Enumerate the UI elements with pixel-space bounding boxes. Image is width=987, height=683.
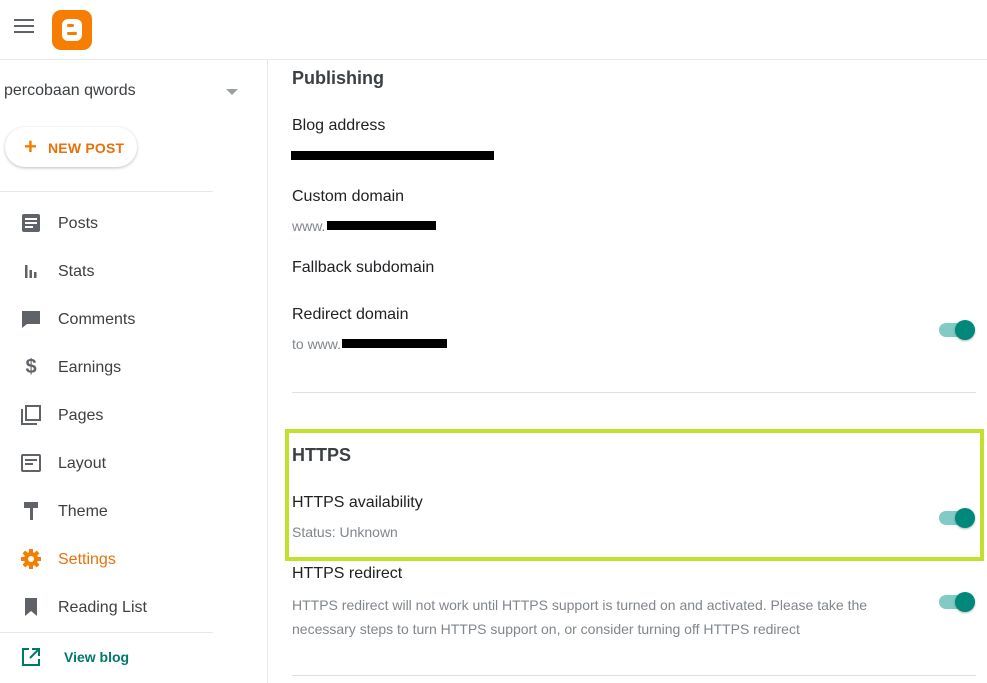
sidebar: percobaan qwords + NEW POST Posts Stats …: [0, 60, 268, 683]
layout-icon: [21, 454, 41, 472]
dollar-icon: $: [25, 356, 37, 378]
sidebar-item-stats[interactable]: Stats: [0, 250, 240, 294]
paint-roller-icon: [24, 502, 38, 520]
section-divider: [292, 392, 976, 393]
stats-icon: [25, 265, 37, 278]
new-post-button[interactable]: + NEW POST: [5, 127, 137, 167]
toggle-knob: [955, 508, 975, 528]
redirect-domain-toggle[interactable]: [938, 319, 976, 341]
top-app-bar: [0, 0, 987, 60]
view-blog-label: View blog: [64, 649, 130, 665]
https-availability-toggle[interactable]: [938, 507, 976, 529]
posts-icon: [22, 214, 40, 232]
sidebar-item-label: Reading List: [58, 599, 147, 616]
comments-icon: [22, 311, 40, 328]
pages-icon: [21, 405, 41, 425]
sidebar-item-label: Stats: [58, 263, 95, 280]
settings-main: Publishing Blog address Custom domain ww…: [269, 60, 987, 683]
gear-icon: [21, 549, 41, 569]
sidebar-item-layout[interactable]: Layout: [0, 442, 240, 486]
sidebar-item-earnings[interactable]: $ Earnings: [0, 346, 240, 390]
https-availability-status: Status: Unknown: [292, 524, 398, 540]
https-redirect-toggle[interactable]: [938, 591, 976, 613]
redacted-custom-domain: [327, 221, 436, 230]
sidebar-item-pages[interactable]: Pages: [0, 394, 240, 438]
sidebar-item-posts[interactable]: Posts: [0, 202, 240, 246]
redirect-domain-value: to www.: [292, 336, 342, 352]
blogger-logo-icon[interactable]: [52, 10, 92, 50]
custom-domain-value: www.: [292, 218, 326, 234]
sidebar-divider: [0, 632, 213, 633]
https-redirect-description: HTTPS redirect will not work until HTTPS…: [292, 597, 868, 637]
sidebar-item-label: Settings: [58, 551, 116, 568]
publishing-section-title: Publishing: [292, 68, 384, 88]
fallback-subdomain-label[interactable]: Fallback subdomain: [292, 259, 434, 277]
sidebar-item-settings[interactable]: Settings: [0, 538, 240, 582]
sidebar-item-theme[interactable]: Theme: [0, 490, 240, 534]
https-redirect-label: HTTPS redirect: [292, 565, 403, 582]
bookmark-icon: [25, 598, 37, 616]
sidebar-item-label: Comments: [58, 311, 136, 328]
section-divider: [292, 675, 976, 676]
sidebar-item-reading-list[interactable]: Reading List: [0, 586, 240, 630]
https-section-title: HTTPS: [292, 445, 352, 465]
hamburger-menu-icon[interactable]: [14, 19, 34, 35]
redirect-domain-label: Redirect domain: [292, 306, 409, 323]
sidebar-item-label: Posts: [58, 215, 99, 232]
sidebar-item-label: Theme: [58, 503, 108, 520]
https-availability-label: HTTPS availability: [292, 494, 423, 511]
dropdown-caret-icon: [226, 89, 238, 95]
custom-domain-label[interactable]: Custom domain: [292, 188, 404, 206]
toggle-knob: [955, 320, 975, 340]
sidebar-divider: [0, 191, 213, 192]
blog-selector[interactable]: percobaan qwords: [4, 82, 244, 104]
sidebar-item-label: Pages: [58, 407, 104, 424]
new-post-label: NEW POST: [48, 140, 125, 156]
toggle-knob: [955, 592, 975, 612]
open-in-new-icon: [22, 648, 40, 666]
redacted-blog-address: [291, 151, 494, 160]
view-blog-link[interactable]: View blog: [0, 634, 240, 678]
sidebar-item-label: Earnings: [58, 359, 122, 376]
sidebar-item-comments[interactable]: Comments: [0, 298, 240, 342]
redacted-redirect-domain: [342, 339, 447, 348]
plus-icon: +: [24, 134, 37, 159]
sidebar-item-label: Layout: [58, 455, 107, 472]
blog-address-label[interactable]: Blog address: [292, 117, 385, 135]
blog-name: percobaan qwords: [4, 82, 136, 99]
